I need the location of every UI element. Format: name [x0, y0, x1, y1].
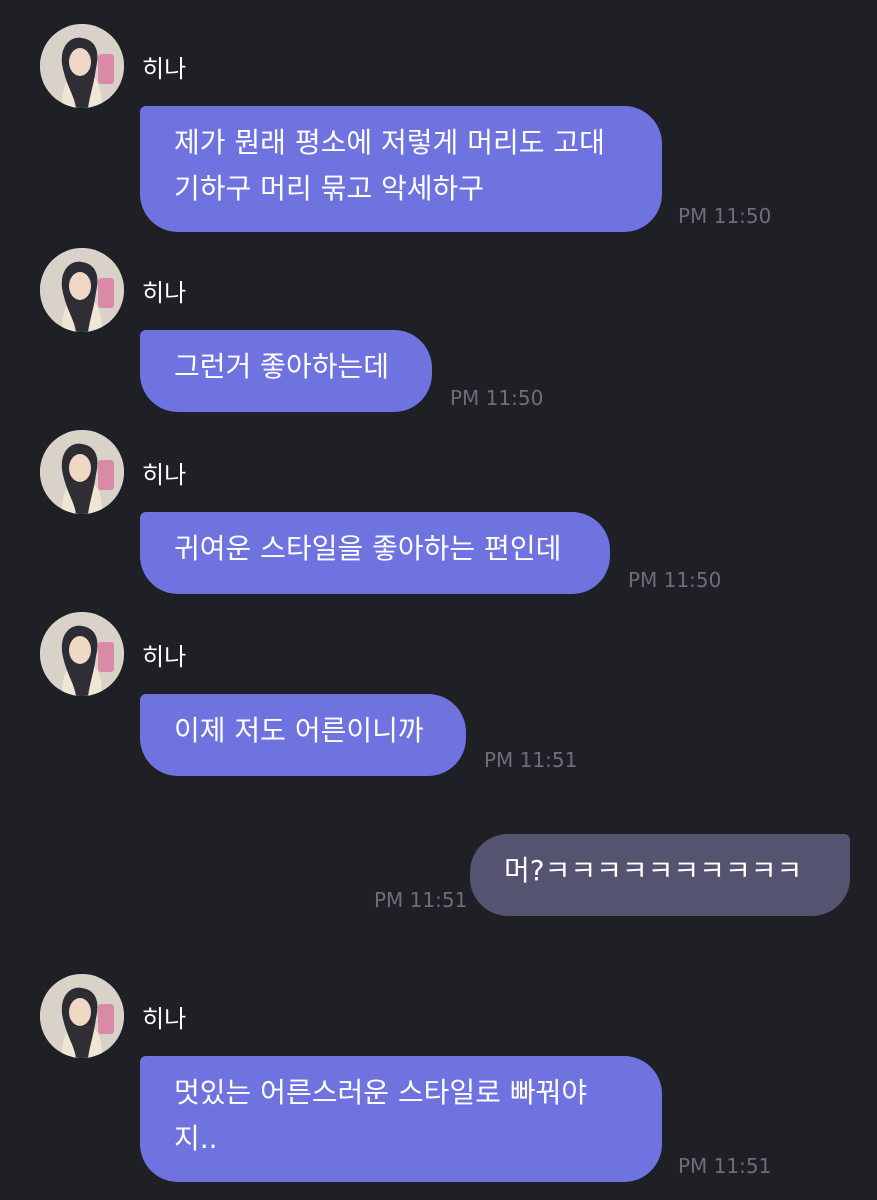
profile-photo-icon — [40, 248, 124, 332]
avatar[interactable] — [40, 24, 124, 108]
profile-photo-icon — [40, 24, 124, 108]
message-bubble[interactable]: 귀여운 스타일을 좋아하는 편인데 — [140, 512, 610, 594]
message-bubble[interactable]: 제가 뭔래 평소에 저렇게 머리도 고대 기하구 머리 묶고 악세하구 — [140, 106, 662, 232]
message-bubble[interactable]: 이제 저도 어른이니까 — [140, 694, 466, 776]
avatar[interactable] — [40, 612, 124, 696]
message-time: PM 11:51 — [678, 1154, 772, 1178]
message-time: PM 11:51 — [484, 748, 578, 772]
avatar[interactable] — [40, 248, 124, 332]
sender-name: 히나 — [142, 55, 187, 83]
profile-photo-icon — [40, 430, 124, 514]
sender-name: 히나 — [142, 461, 187, 489]
message-time: PM 11:50 — [628, 568, 722, 592]
message-bubble[interactable]: 머?ㅋㅋㅋㅋㅋㅋㅋㅋㅋㅋ — [470, 834, 850, 916]
message-time: PM 11:50 — [678, 204, 772, 228]
avatar[interactable] — [40, 430, 124, 514]
message-bubble[interactable]: 멋있는 어른스러운 스타일로 빠꿔야 지.. — [140, 1056, 662, 1182]
profile-photo-icon — [40, 612, 124, 696]
avatar[interactable] — [40, 974, 124, 1058]
profile-photo-icon — [40, 974, 124, 1058]
message-bubble[interactable]: 그런거 좋아하는데 — [140, 330, 432, 412]
sender-name: 히나 — [142, 643, 187, 671]
message-time: PM 11:51 — [374, 888, 468, 912]
sender-name: 히나 — [142, 1005, 187, 1033]
chat-view: 히나 제가 뭔래 평소에 저렇게 머리도 고대 기하구 머리 묶고 악세하구 P… — [0, 0, 877, 1200]
message-time: PM 11:50 — [450, 386, 544, 410]
sender-name: 히나 — [142, 279, 187, 307]
